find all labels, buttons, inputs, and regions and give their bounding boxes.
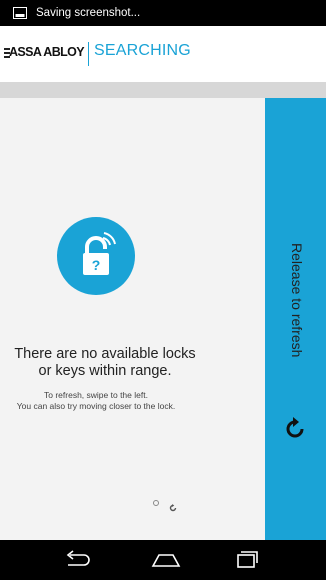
header-shadow-strip — [0, 82, 326, 98]
search-content-panel[interactable]: ? There are no available locks or keys w… — [0, 98, 265, 540]
no-locks-message: There are no available locks or keys wit… — [0, 346, 210, 380]
screenshot-notification-icon — [13, 7, 27, 19]
hint-line-2: You can also try moving closer to the lo… — [16, 401, 176, 411]
status-text: Saving screenshot... — [36, 7, 141, 19]
logo-divider — [88, 42, 89, 66]
message-line-2: or keys within range. — [38, 363, 172, 379]
small-refresh-icon — [169, 499, 177, 512]
refresh-hint: To refresh, swipe to the left. You can a… — [0, 390, 198, 412]
back-icon[interactable] — [62, 550, 94, 570]
message-line-1: There are no available locks — [14, 346, 196, 362]
page-dot-icon — [153, 500, 159, 506]
home-icon[interactable] — [150, 550, 182, 570]
page-title: SEARCHING — [94, 42, 191, 59]
recents-icon[interactable] — [230, 550, 262, 570]
lock-question-wireless-icon: ? — [57, 217, 135, 295]
status-bar: Saving screenshot... — [0, 0, 326, 26]
app-bar: ASSA ABLOY SEARCHING — [0, 26, 326, 82]
hint-line-1: To refresh, swipe to the left. — [44, 390, 148, 400]
brand-logo: ASSA ABLOY — [9, 45, 85, 59]
page-indicator — [153, 499, 177, 512]
refresh-arrow-icon — [282, 416, 308, 442]
lock-badge-glyph: ? — [92, 257, 101, 273]
release-to-refresh-label: Release to refresh — [289, 243, 305, 358]
system-nav-bar — [0, 540, 326, 580]
pull-refresh-panel[interactable]: Release to refresh — [265, 98, 326, 540]
